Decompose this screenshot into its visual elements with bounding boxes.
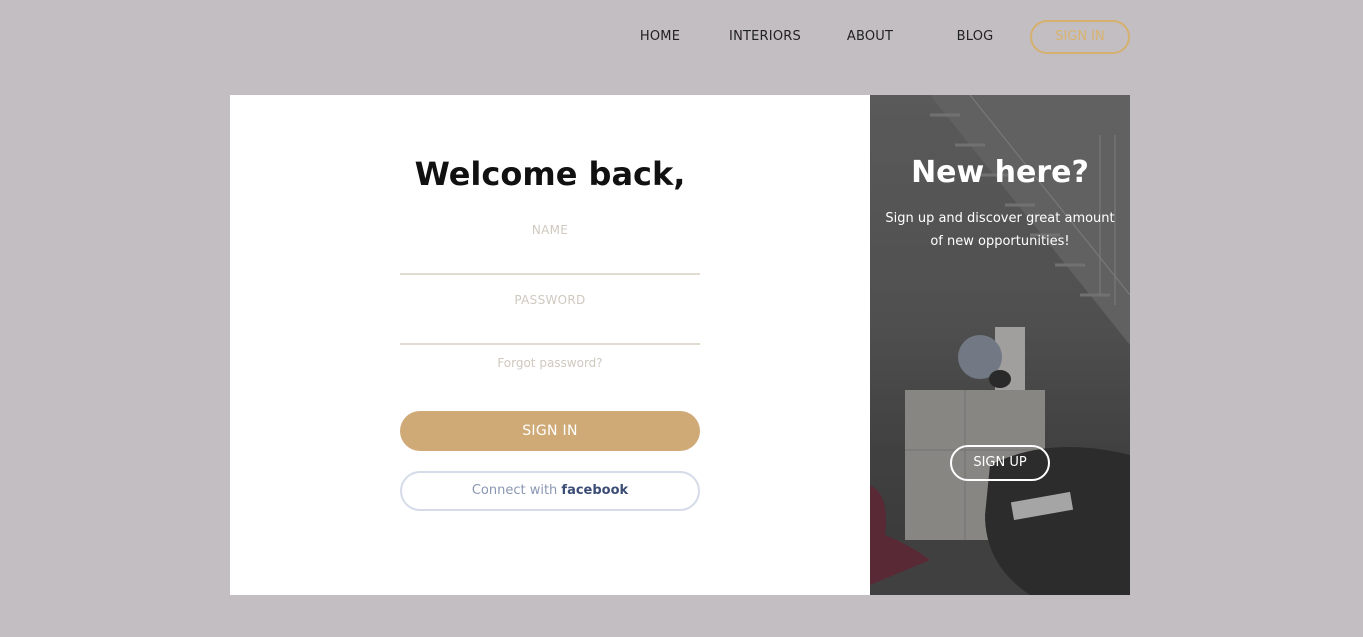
auth-card: Welcome back, NAME PASSWORD Forgot passw… (230, 95, 1130, 595)
password-input[interactable] (400, 315, 700, 345)
nav-about-link[interactable]: ABOUT (825, 20, 915, 54)
nav-interiors-link[interactable]: INTERIORS (720, 20, 810, 54)
nav-home-link[interactable]: HOME (615, 20, 705, 54)
signup-promo-title: New here? (911, 155, 1089, 190)
top-nav: HOME INTERIORS ABOUT BLOG SIGN IN (0, 20, 1363, 54)
nav-blog-link[interactable]: BLOG (930, 20, 1020, 54)
login-title: Welcome back, (414, 155, 686, 193)
signup-promo-panel: New here? Sign up and discover great amo… (870, 95, 1130, 595)
facebook-brand-label: facebook (561, 483, 629, 498)
name-input[interactable] (400, 245, 700, 275)
forgot-password-link[interactable]: Forgot password? (400, 356, 700, 370)
signup-promo-subtitle: Sign up and discover great amount of new… (885, 211, 1115, 249)
facebook-connect-prefix: Connect with (471, 483, 558, 498)
facebook-connect-button[interactable]: Connect with facebook (400, 471, 700, 511)
signup-button[interactable]: SIGN UP (950, 445, 1050, 481)
nav-signin-button[interactable]: SIGN IN (1030, 20, 1130, 54)
login-form: Welcome back, NAME PASSWORD Forgot passw… (230, 95, 870, 595)
signin-button[interactable]: SIGN IN (400, 411, 700, 451)
name-label: NAME (531, 223, 569, 237)
password-label: PASSWORD (514, 293, 586, 307)
